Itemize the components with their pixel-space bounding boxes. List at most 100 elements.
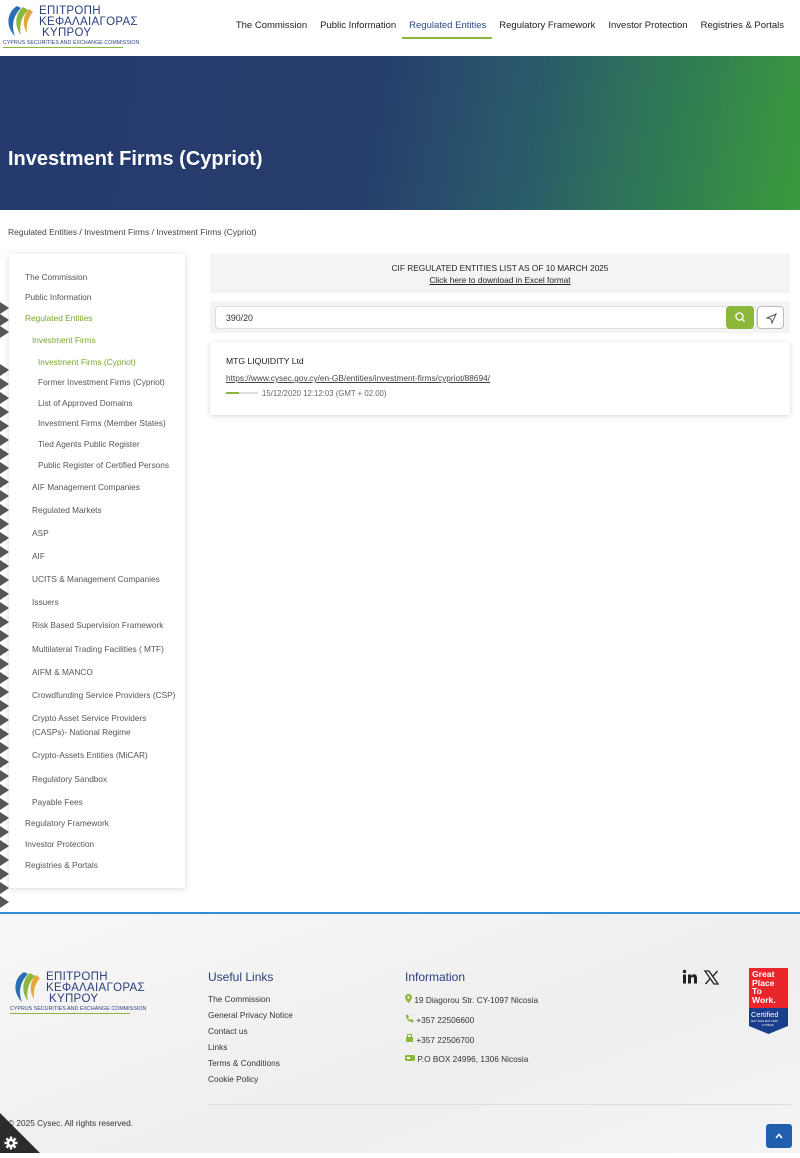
edge-triangle: [0, 728, 9, 740]
send-button[interactable]: [757, 306, 784, 329]
great-place-to-work-badge[interactable]: Great Place To Work. Certified MAY 2024-…: [749, 968, 788, 1034]
search-bar: 390/20: [210, 301, 790, 333]
result-name: MTG LIQUIDITY Ltd: [226, 356, 304, 366]
edge-triangle: [0, 770, 9, 782]
sidebar-item-the-commission[interactable]: The Commission: [25, 272, 87, 282]
nav-regulated-entities[interactable]: Regulated Entities: [402, 18, 493, 39]
edge-triangle: [0, 406, 9, 418]
footer-link-the-commission[interactable]: The Commission: [208, 994, 270, 1004]
nav-the-commission[interactable]: The Commission: [229, 18, 313, 39]
sidebar-item-investment-firms-member-states[interactable]: Investment Firms (Member States): [38, 418, 166, 428]
edge-triangle: [0, 314, 9, 326]
phone-line[interactable]: +357 22506600: [405, 1014, 474, 1025]
edge-triangle: [0, 756, 9, 768]
sidebar-item-public-information[interactable]: Public Information: [25, 292, 91, 302]
search-button[interactable]: [726, 306, 754, 329]
sidebar-item-regulated-entities[interactable]: Regulated Entities: [25, 313, 92, 323]
sidebar-item-former-investment-firms-cypriot[interactable]: Former Investment Firms (Cypriot): [38, 377, 165, 387]
useful-links-title: Useful Links: [208, 970, 274, 984]
footer-logo-subtitle: CYPRUS SECURITIES AND EXCHANGE COMMISSIO…: [10, 1006, 147, 1012]
edge-triangle: [0, 532, 9, 544]
sidebar-item-investor-protection[interactable]: Investor Protection: [25, 839, 94, 849]
sidebar-item-crowdfunding-service-providers-csp[interactable]: Crowdfunding Service Providers (CSP): [32, 690, 175, 700]
sidebar-item-public-register-of-certified-persons[interactable]: Public Register of Certified Persons: [38, 460, 169, 470]
edge-triangle: [0, 686, 9, 698]
edge-triangle: [0, 518, 9, 530]
linkedin-icon[interactable]: [682, 969, 698, 985]
sidebar-item-regulatory-framework[interactable]: Regulatory Framework: [25, 818, 109, 828]
sidebar-item-casps-national-regime[interactable]: (CASPs)- National Regime: [32, 727, 131, 737]
logo-underline: [3, 47, 123, 48]
map-pin-icon: [405, 994, 412, 1003]
sidebar-item-investment-firms[interactable]: Investment Firms: [32, 335, 96, 345]
sidebar-item-ucits-management-companies[interactable]: UCITS & Management Companies: [32, 574, 160, 584]
sidebar-item-aifm-manco[interactable]: AIFM & MANCO: [32, 667, 93, 677]
edge-triangle: [0, 326, 9, 338]
sidebar-item-aif[interactable]: AIF: [32, 551, 45, 561]
edge-triangle: [0, 448, 9, 460]
result-progress-bar: [226, 392, 258, 394]
banner-title: CIF REGULATED ENTITIES LIST AS OF 10 MAR…: [391, 263, 609, 273]
sidebar-item-registries-portals[interactable]: Registries & Portals: [25, 860, 98, 870]
search-icon: [735, 312, 745, 322]
nav-registries-portals[interactable]: Registries & Portals: [694, 18, 790, 39]
main-nav: The Commission Public Information Regula…: [229, 18, 790, 39]
footer-link-links[interactable]: Links: [208, 1042, 227, 1052]
edge-triangle: [0, 504, 9, 516]
footer-link-general-privacy-notice[interactable]: General Privacy Notice: [208, 1010, 293, 1020]
badge-certified: Certified: [751, 1010, 779, 1019]
send-icon: [765, 313, 777, 325]
phone-text: +357 22506600: [416, 1015, 475, 1025]
sidebar-item-multilateral-trading-facilities-mtf[interactable]: Multilateral Trading Facilities ( MTF): [32, 644, 164, 654]
pobox-text: P.O BOX 24996, 1306 Nicosia: [417, 1054, 529, 1064]
edge-triangle: [0, 392, 9, 404]
edge-triangle: [0, 840, 9, 852]
search-input[interactable]: 390/20: [215, 306, 757, 329]
cysec-logo[interactable]: ΕΠΙΤΡΟΠΗ ΚΕΦΑΛΑΙΑΓΟΡΑΣ ΚΥΠΡΟΥ CYPRUS SEC…: [3, 4, 139, 49]
sidebar-item-risk-based-supervision-framework[interactable]: Risk Based Supervision Framework: [32, 620, 163, 630]
sidebar-item-regulatory-sandbox[interactable]: Regulatory Sandbox: [32, 774, 107, 784]
x-icon[interactable]: [703, 970, 720, 985]
sidebar-item-investment-firms-cypriot[interactable]: Investment Firms (Cypriot): [38, 357, 136, 367]
sidebar-item-crypto-assets-entities-micar[interactable]: Crypto-Assets Entities (MiCAR): [32, 750, 148, 760]
sidebar-item-payable-fees[interactable]: Payable Fees: [32, 797, 83, 807]
footer-link-terms-conditions[interactable]: Terms & Conditions: [208, 1058, 280, 1068]
edge-triangle: [0, 462, 9, 474]
footer-logo-line-3: ΚΥΠΡΟΥ: [49, 993, 99, 1005]
sidebar-item-aif-management-companies[interactable]: AIF Management Companies: [32, 482, 140, 492]
hero-banner: Investment Firms (Cypriot): [0, 56, 800, 210]
sidebar-item-crypto-asset-service-providers[interactable]: Crypto Asset Service Providers: [32, 713, 146, 723]
edge-triangle: [0, 378, 9, 390]
footer-logo-text: ΕΠΙΤΡΟΠΗ ΚΕΦΑΛΑΙΑΓΟΡΑΣ ΚΥΠΡΟΥ: [46, 971, 145, 1005]
sidebar-item-tied-agents-public-register[interactable]: Tied Agents Public Register: [38, 439, 140, 449]
nav-public-information[interactable]: Public Information: [313, 18, 402, 39]
footer-link-cookie-policy[interactable]: Cookie Policy: [208, 1074, 258, 1084]
fax-line: +357 22506700: [405, 1034, 474, 1045]
page-title: Investment Firms (Cypriot): [8, 148, 263, 170]
nav-regulatory-framework[interactable]: Regulatory Framework: [492, 18, 601, 39]
sidebar-item-issuers[interactable]: Issuers: [32, 597, 59, 607]
edge-triangle: [0, 560, 9, 572]
result-url-link[interactable]: https://www.cysec.gov.cy/en-GB/entities/…: [226, 373, 490, 383]
chevron-up-icon: [775, 1133, 783, 1139]
footer-logo[interactable]: ΕΠΙΤΡΟΠΗ ΚΕΦΑΛΑΙΑΓΟΡΑΣ ΚΥΠΡΟΥ CYPRUS SEC…: [10, 970, 146, 1015]
sidebar-menu: The Commission Public Information Regulate…: [9, 254, 185, 888]
cookie-settings-button[interactable]: [0, 1113, 40, 1153]
edge-triangle: [0, 574, 9, 586]
edge-triangle: [0, 868, 9, 880]
site-footer: [0, 912, 800, 1153]
pobox-line: P.O BOX 24996, 1306 Nicosia: [405, 1054, 528, 1064]
sidebar-item-regulated-markets[interactable]: Regulated Markets: [32, 505, 102, 515]
sidebar-item-asp[interactable]: ASP: [32, 528, 49, 538]
edge-triangle: [0, 854, 9, 866]
badge-country: CYPRUS: [762, 1023, 774, 1027]
sidebar-item-list-of-approved-domains[interactable]: List of Approved Domains: [38, 398, 133, 408]
breadcrumb: Regulated Entities / Investment Firms / …: [8, 227, 257, 237]
footer-link-contact-us[interactable]: Contact us: [208, 1026, 248, 1036]
nav-investor-protection[interactable]: Investor Protection: [601, 18, 693, 39]
excel-download-link[interactable]: Click here to download in Excel format: [210, 275, 790, 285]
edge-triangle: [0, 630, 9, 642]
fax-text: +357 22506700: [416, 1035, 475, 1045]
edge-triangle: [0, 490, 9, 502]
scroll-to-top-button[interactable]: [766, 1124, 792, 1148]
